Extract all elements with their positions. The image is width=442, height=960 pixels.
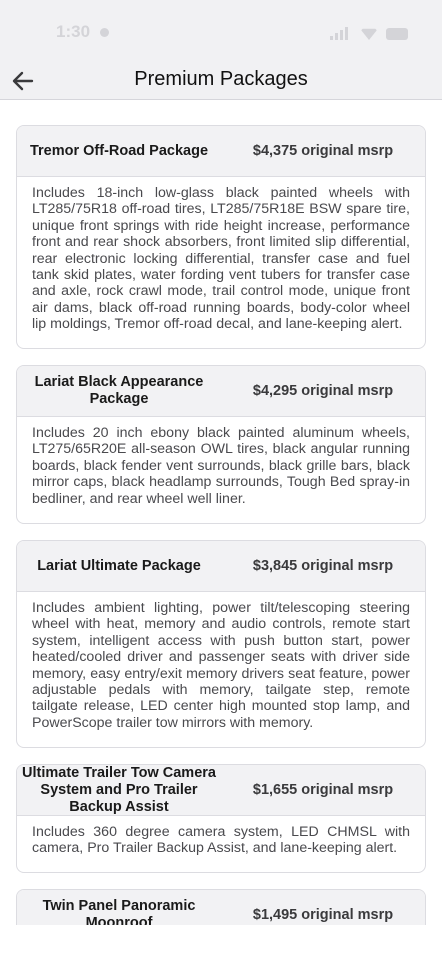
package-price: $4,375 original msrp (252, 142, 394, 159)
app-screen: 1:30 Premium Packages Tremor Off-Road Pa… (0, 0, 442, 960)
package-card: Lariat Black Appearance Package $4,295 o… (16, 365, 426, 524)
package-card-header: Lariat Ultimate Package $3,845 original … (17, 541, 425, 592)
package-price: $4,295 original msrp (252, 382, 394, 399)
cell-signal-icon (330, 26, 352, 40)
package-card: Twin Panel Panoramic Moonroof $1,495 ori… (16, 889, 426, 925)
status-time: 1:30 (56, 22, 91, 41)
package-price: $1,495 original msrp (252, 906, 394, 923)
package-card: Tremor Off-Road Package $4,375 original … (16, 125, 426, 349)
app-bar: Premium Packages (0, 62, 442, 100)
package-card-header: Twin Panel Panoramic Moonroof $1,495 ori… (17, 890, 425, 925)
bottom-safe-area (0, 925, 442, 960)
package-price: $3,845 original msrp (252, 557, 394, 574)
package-description: Includes 360 degree camera system, LED C… (32, 824, 410, 857)
package-name: Lariat Black Appearance Package (34, 374, 204, 407)
battery-icon (386, 28, 408, 40)
package-price: $1,655 original msrp (252, 781, 394, 798)
package-card-header: Ultimate Trailer Tow Camera System and P… (17, 765, 425, 816)
package-name: Twin Panel Panoramic Moonroof (42, 898, 196, 925)
package-card-header: Tremor Off-Road Package $4,375 original … (17, 126, 425, 177)
package-name: Ultimate Trailer Tow Camera System and P… (22, 764, 216, 815)
package-card: Ultimate Trailer Tow Camera System and P… (16, 764, 426, 873)
package-description: Includes 18-inch low-glass black painted… (32, 185, 410, 333)
package-list[interactable]: Tremor Off-Road Package $4,375 original … (0, 101, 442, 925)
page-title: Premium Packages (134, 68, 308, 90)
package-card: Lariat Ultimate Package $3,845 original … (16, 540, 426, 748)
package-description: Includes ambient lighting, power tilt/te… (32, 600, 410, 731)
status-bar: 1:30 (0, 0, 442, 62)
package-name: Lariat Ultimate Package (37, 557, 201, 574)
package-name: Tremor Off-Road Package (29, 142, 209, 159)
status-icons (330, 26, 408, 40)
package-card-header: Lariat Black Appearance Package $4,295 o… (17, 366, 425, 417)
notification-dot-icon (100, 28, 109, 37)
wifi-icon (360, 28, 378, 40)
package-description: Includes 20 inch ebony black painted alu… (32, 425, 410, 507)
